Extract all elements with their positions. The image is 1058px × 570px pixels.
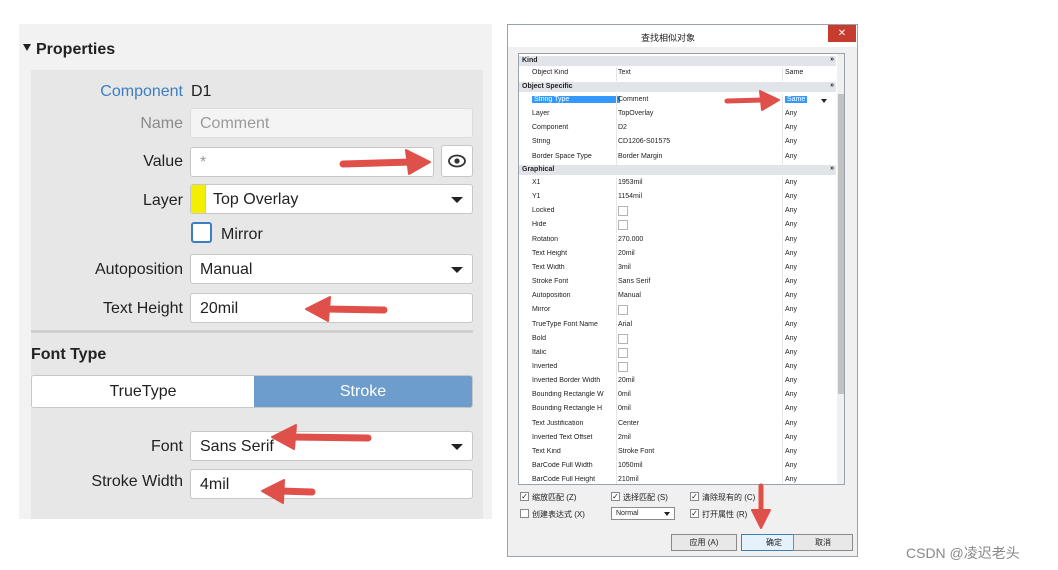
arrow-font-icon — [271, 424, 372, 450]
arrow-string-type-icon — [724, 90, 780, 111]
arrow-text-height-icon — [305, 296, 388, 322]
annotation-arrows — [261, 90, 780, 529]
arrow-stroke-width-icon — [261, 479, 316, 504]
arrow-ok-icon — [751, 483, 771, 529]
arrow-value-icon — [339, 149, 431, 175]
